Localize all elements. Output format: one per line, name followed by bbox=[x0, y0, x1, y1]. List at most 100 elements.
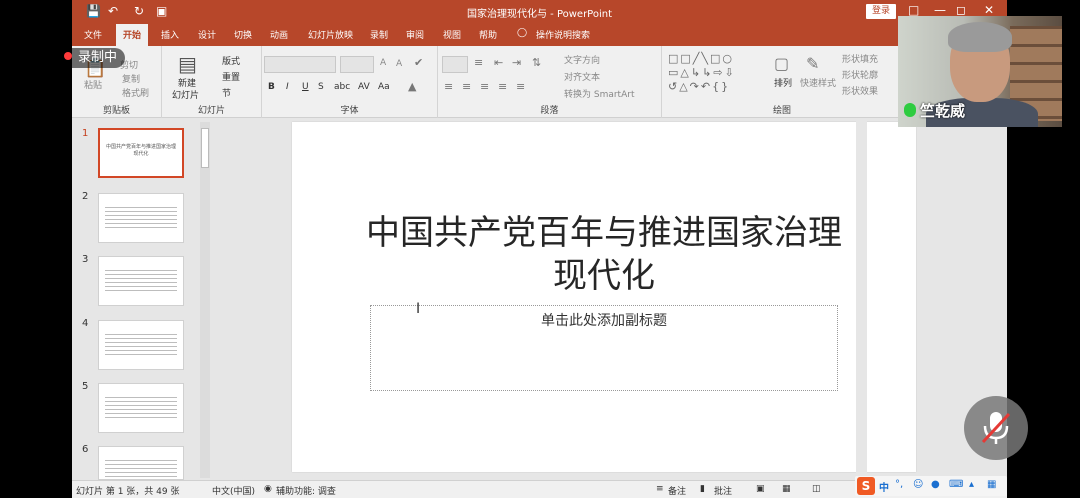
toolbox-icon[interactable]: ▦ bbox=[987, 479, 996, 490]
accessibility-icon: ◉ bbox=[264, 484, 272, 494]
new-slide-icon[interactable]: ▤ bbox=[178, 52, 197, 76]
change-case-button[interactable]: Aa bbox=[378, 82, 390, 92]
group-drawing: □□╱╲□○ ▭△↳↳⇨⇩ ↺△↷↶{} ▢ 排列 ✎ 快速样式 形状填充 形状轮廓… bbox=[662, 46, 902, 118]
login-button[interactable]: 登录 bbox=[866, 4, 896, 19]
maximize-icon[interactable]: ◻ bbox=[956, 3, 966, 17]
quick-styles-icon[interactable]: ✎ bbox=[806, 54, 819, 73]
group-paragraph: ≡ ⇤ ⇥ ⇅ ≡ ≡ ≡ ≡ ≡ 文字方向 对齐文本 转换为 SmartArt… bbox=[438, 46, 662, 118]
keyboard-icon[interactable]: ⌨ bbox=[949, 479, 963, 490]
font-color-icon[interactable]: ▲ bbox=[408, 80, 416, 93]
ribbon-display-icon[interactable]: □ bbox=[908, 3, 919, 17]
font-size-combo[interactable] bbox=[340, 56, 374, 73]
punctuation-icon[interactable]: °, bbox=[895, 479, 903, 490]
slide-thumbnail-5[interactable] bbox=[98, 383, 184, 433]
thumbnail-number: 6 bbox=[82, 444, 89, 455]
tab-transitions[interactable]: 切换 bbox=[234, 28, 252, 41]
slide-thumbnail-4[interactable] bbox=[98, 320, 184, 370]
reading-view-icon[interactable]: ◫ bbox=[812, 484, 821, 494]
thumbnail-scrollbar[interactable] bbox=[200, 122, 210, 478]
group-font: A A ✔ B I U S abc AV Aa ▲ 字体 bbox=[262, 46, 438, 118]
arrange-icon[interactable]: ▢ bbox=[774, 54, 789, 73]
comments-button[interactable]: 批注 bbox=[714, 484, 732, 497]
smartart-button[interactable]: 转换为 SmartArt bbox=[564, 87, 634, 100]
arrange-button[interactable]: 排列 bbox=[774, 76, 792, 89]
tab-view[interactable]: 视图 bbox=[443, 28, 461, 41]
video-person-hair bbox=[948, 22, 1012, 52]
clear-format-icon[interactable]: ✔ bbox=[414, 56, 423, 69]
columns-icon[interactable]: ≡ bbox=[516, 80, 525, 93]
shape-fill-button[interactable]: 形状填充 bbox=[842, 52, 878, 65]
tab-review[interactable]: 审阅 bbox=[406, 28, 424, 41]
ribbon-tabs: 文件 开始 插入 设计 切换 动画 幻灯片放映 录制 审阅 视图 帮助 ◯ 操作… bbox=[72, 24, 1007, 46]
text-direction-button[interactable]: 文字方向 bbox=[564, 53, 600, 66]
tab-design[interactable]: 设计 bbox=[198, 28, 216, 41]
mute-button[interactable] bbox=[964, 396, 1028, 460]
thumbnail-number: 5 bbox=[82, 381, 89, 392]
char-spacing-button[interactable]: AV bbox=[358, 82, 370, 92]
recording-dot-icon bbox=[64, 52, 72, 60]
accessibility-status[interactable]: 辅助功能: 调查 bbox=[276, 484, 336, 497]
italic-button[interactable]: I bbox=[286, 82, 289, 92]
align-right-icon[interactable]: ≡ bbox=[480, 80, 489, 93]
tab-home[interactable]: 开始 bbox=[116, 24, 149, 46]
normal-view-icon[interactable]: ▣ bbox=[756, 484, 765, 494]
voice-icon[interactable]: ● bbox=[931, 479, 940, 490]
slide-thumbnail-6[interactable] bbox=[98, 446, 184, 480]
quick-styles-button[interactable]: 快速样式 bbox=[800, 76, 836, 89]
close-icon[interactable]: ✕ bbox=[984, 3, 994, 17]
underline-button[interactable]: U bbox=[302, 82, 309, 92]
numbering-icon[interactable]: ≡ bbox=[474, 56, 483, 69]
slide-thumbnail-3[interactable] bbox=[98, 256, 184, 306]
minimize-icon[interactable]: — bbox=[934, 3, 946, 17]
slide-sorter-icon[interactable]: ▦ bbox=[782, 484, 791, 494]
shrink-font-button[interactable]: A bbox=[396, 59, 402, 69]
paste-button[interactable]: 粘贴 bbox=[84, 78, 102, 91]
strikethrough-button[interactable]: abc bbox=[334, 82, 350, 92]
slide-scrollbar[interactable] bbox=[856, 118, 867, 480]
align-center-icon[interactable]: ≡ bbox=[462, 80, 471, 93]
slide-canvas[interactable]: 中国共产党百年与推进国家治理现代化 单击此处添加副标题 I bbox=[292, 122, 916, 472]
line-spacing-icon[interactable]: ⇅ bbox=[532, 56, 541, 69]
outdent-icon[interactable]: ⇥ bbox=[512, 56, 521, 69]
tab-animations[interactable]: 动画 bbox=[270, 28, 288, 41]
slide-thumbnail-2[interactable] bbox=[98, 193, 184, 243]
tab-slideshow[interactable]: 幻灯片放映 bbox=[308, 28, 353, 41]
sogou-logo[interactable]: S bbox=[857, 477, 875, 495]
justify-icon[interactable]: ≡ bbox=[498, 80, 507, 93]
bullets-combo[interactable] bbox=[442, 56, 468, 73]
grow-font-button[interactable]: A bbox=[380, 58, 386, 68]
section-button[interactable]: 节 bbox=[222, 86, 231, 99]
tab-insert[interactable]: 插入 bbox=[161, 28, 179, 41]
shape-effects-button[interactable]: 形状效果 bbox=[842, 84, 878, 97]
align-left-icon[interactable]: ≡ bbox=[444, 80, 453, 93]
shape-gallery[interactable]: □□╱╲□○ ▭△↳↳⇨⇩ ↺△↷↶{} bbox=[668, 52, 762, 96]
shape-outline-button[interactable]: 形状轮廓 bbox=[842, 68, 878, 81]
title-bar: 💾 ↶ ↻ ▣ 国家治理现代化与 - PowerPoint 登录 □ — ◻ ✕ bbox=[72, 0, 1007, 24]
tab-help[interactable]: 帮助 bbox=[479, 28, 497, 41]
comments-icon: ▮ bbox=[700, 484, 705, 494]
tab-record[interactable]: 录制 bbox=[370, 28, 388, 41]
copy-button[interactable]: 复制 bbox=[122, 72, 140, 85]
tell-me-search[interactable]: 操作说明搜索 bbox=[536, 28, 590, 41]
font-name-combo[interactable] bbox=[264, 56, 336, 73]
emoji-icon[interactable]: ☺ bbox=[913, 479, 923, 490]
new-slide-button-label[interactable]: 幻灯片 bbox=[172, 88, 199, 101]
scrollbar-thumb[interactable] bbox=[201, 128, 209, 168]
ime-mode[interactable]: 中 bbox=[879, 479, 889, 494]
format-painter-button[interactable]: 格式刷 bbox=[122, 86, 149, 99]
slide-title[interactable]: 中国共产党百年与推进国家治理现代化 bbox=[352, 212, 856, 298]
reset-button[interactable]: 重置 bbox=[222, 70, 240, 83]
slide-thumbnail-1[interactable]: 中国共产党百年与推进国家治理现代化 bbox=[98, 128, 184, 178]
language-indicator[interactable]: 中文(中国) bbox=[212, 484, 255, 497]
layout-button[interactable]: 版式 bbox=[222, 54, 240, 67]
thumbnail-text-lines bbox=[105, 396, 177, 418]
skin-icon[interactable]: ▴ bbox=[969, 479, 974, 490]
bold-button[interactable]: B bbox=[268, 82, 275, 92]
tab-file[interactable]: 文件 bbox=[84, 28, 102, 41]
indent-icon[interactable]: ⇤ bbox=[494, 56, 503, 69]
notes-button[interactable]: 备注 bbox=[668, 484, 686, 497]
align-text-button[interactable]: 对齐文本 bbox=[564, 70, 600, 83]
shadow-button[interactable]: S bbox=[318, 82, 324, 92]
group-slides: ▤ 新建 幻灯片 版式 重置 节 幻灯片 bbox=[162, 46, 262, 118]
subtitle-placeholder[interactable]: 单击此处添加副标题 bbox=[370, 305, 838, 391]
